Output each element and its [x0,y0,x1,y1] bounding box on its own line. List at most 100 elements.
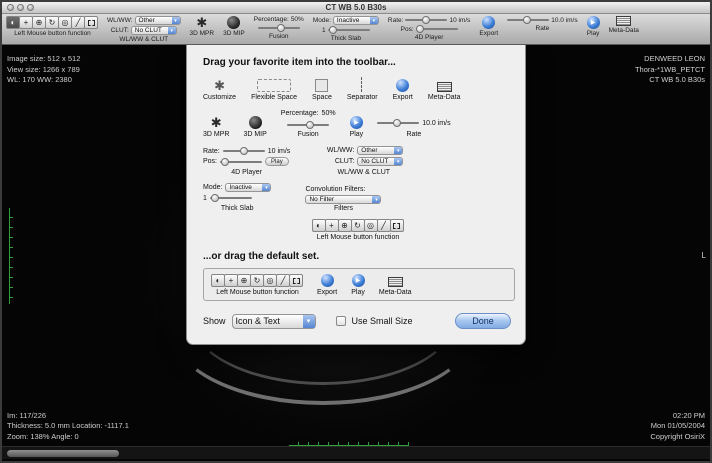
length-tool-button[interactable]: ╱ [377,219,391,232]
export-item[interactable]: Export [317,274,337,296]
rotate-icon: ↻ [354,221,361,230]
default-toolbar-set[interactable]: ◐ + ⊕ ↻ ◎ ╱ Left Mouse button function E… [203,268,515,301]
clut-popup[interactable]: No CLUT [131,26,177,35]
play-item[interactable]: Play [351,274,365,296]
slider-knob[interactable] [211,194,219,202]
wlww-popup[interactable]: Other [357,146,403,155]
pan-tool-button[interactable]: + [19,16,33,29]
fusion-caption: Fusion [298,131,319,138]
convolution-filters-popup[interactable]: No Filter [305,195,381,204]
player4d-group: Rate: 10 im/s Pos: 4D Player [388,16,471,41]
overlay-bottom-left: Im: 117/226 Thickness: 5.0 mm Location: … [7,411,129,443]
clut-popup[interactable]: No CLUT [357,157,403,166]
mpr-group[interactable]: 3D MPR [190,16,215,37]
rate-slider[interactable] [405,16,447,24]
zoom-tool-button[interactable]: ⊕ [338,219,352,232]
contrast-tool-button[interactable]: ◐ [211,274,225,287]
playback-rate-slider[interactable] [377,119,419,127]
rate-caption: Rate [536,25,550,32]
close-button[interactable] [7,4,14,11]
fusion-item[interactable]: Percentage: 50% Fusion [281,110,336,138]
mouse-tools-item[interactable]: ◐ + ⊕ ↻ ◎ ╱ Left Mouse button function [212,274,303,296]
zoom-icon: ⊕ [36,18,43,27]
slider-knob[interactable] [240,147,248,155]
play-icon [352,274,365,287]
player4d-item[interactable]: Rate: 10 im/s Pos: Play 4D Player [203,147,290,176]
zoom-tool-button[interactable]: ⊕ [237,274,251,287]
rate-item[interactable]: 10.0 im/s Rate [377,119,450,138]
playback-rate-slider[interactable] [507,16,549,24]
play-button[interactable]: Play [265,157,289,166]
mip-item[interactable]: 3D MIP [243,116,266,138]
rotate-tool-button[interactable]: ↻ [250,274,264,287]
rate-slider[interactable] [223,147,265,155]
space-caption: Space [312,94,332,101]
slider-knob[interactable] [422,16,430,24]
fusion-slider[interactable] [258,24,300,32]
slider-knob[interactable] [523,16,531,24]
roi-icon [88,20,95,26]
export-item[interactable]: Export [393,79,413,101]
wlww-tool-button[interactable]: ◎ [364,219,378,232]
contrast-tool-button[interactable]: ◐ [6,16,20,29]
pan-tool-button[interactable]: + [325,219,339,232]
space-item[interactable]: Space [312,79,332,101]
zoom-tool-button[interactable]: ⊕ [32,16,46,29]
contrast-tool-button[interactable]: ◐ [312,219,326,232]
use-small-size-checkbox[interactable] [336,316,346,326]
separator-item[interactable]: Separator [347,77,378,101]
roi-icon [393,223,400,229]
metadata-item[interactable]: Meta-Data [428,82,461,101]
popup-arrow-icon [168,27,176,34]
mip-group[interactable]: 3D MIP [223,16,245,37]
slider-knob[interactable] [306,121,314,129]
wlww-popup[interactable]: Other [135,16,181,25]
slider-knob[interactable] [277,24,285,32]
slider-knob[interactable] [329,26,337,34]
mip-icon [249,116,262,129]
length-tool-button[interactable]: ╱ [276,274,290,287]
rate-group: 10.0 im/s Rate [507,16,577,32]
export-group[interactable]: Export [479,16,498,37]
show-popup[interactable]: Icon & Text [232,314,316,329]
pos-label: Pos: [203,158,217,165]
rotate-tool-button[interactable]: ↻ [45,16,59,29]
mouse-tools-item[interactable]: ◐ + ⊕ ↻ ◎ ╱ Left Mouse button function [205,219,511,241]
zoom-button[interactable] [27,4,34,11]
mpr-item[interactable]: 3D MPR [203,116,229,138]
length-tool-button[interactable]: ╱ [71,16,85,29]
wlww-clut-item[interactable]: WL/WW: Other CLUT: No CLUT WL/WW & [324,146,403,176]
roi-tool-button[interactable] [390,219,404,232]
mode-popup[interactable]: Inactive [225,183,271,192]
slab-slider[interactable] [328,26,370,34]
pan-tool-button[interactable]: + [224,274,238,287]
minimize-button[interactable] [17,4,24,11]
thick-slab-item[interactable]: Mode: Inactive 1 Thick Slab [203,183,271,212]
pos-slider[interactable] [220,158,262,166]
scrollbar-thumb[interactable] [7,450,119,457]
show-popup-value: Icon & Text [236,316,280,326]
fusion-slider[interactable] [287,121,329,129]
filters-item[interactable]: Convolution Filters: No Filter Filters [305,186,381,212]
wlww-tool-button[interactable]: ◎ [58,16,72,29]
roi-tool-button[interactable] [84,16,98,29]
done-button[interactable]: Done [455,313,511,329]
metadata-group[interactable]: Meta-Data [609,16,639,34]
rotate-tool-button[interactable]: ↻ [351,219,365,232]
separator-caption: Separator [347,94,378,101]
image-viewer[interactable]: Image size: 512 x 512 View size: 1266 x … [2,45,710,459]
flexible-space-item[interactable]: Flexible Space [251,79,297,101]
play-group[interactable]: Play [587,16,600,37]
roi-tool-button[interactable] [289,274,303,287]
slider-knob[interactable] [416,25,424,33]
slab-slider[interactable] [210,194,252,202]
metadata-item[interactable]: Meta-Data [379,277,412,296]
popup-arrow-icon [172,17,180,24]
customize-item[interactable]: Customize [203,79,236,101]
slider-knob[interactable] [393,119,401,127]
slider-knob[interactable] [221,158,229,166]
wlww-tool-button[interactable]: ◎ [263,274,277,287]
pos-slider[interactable] [416,25,458,33]
mode-popup[interactable]: Inactive [333,16,379,25]
play-item[interactable]: Play [350,116,364,138]
